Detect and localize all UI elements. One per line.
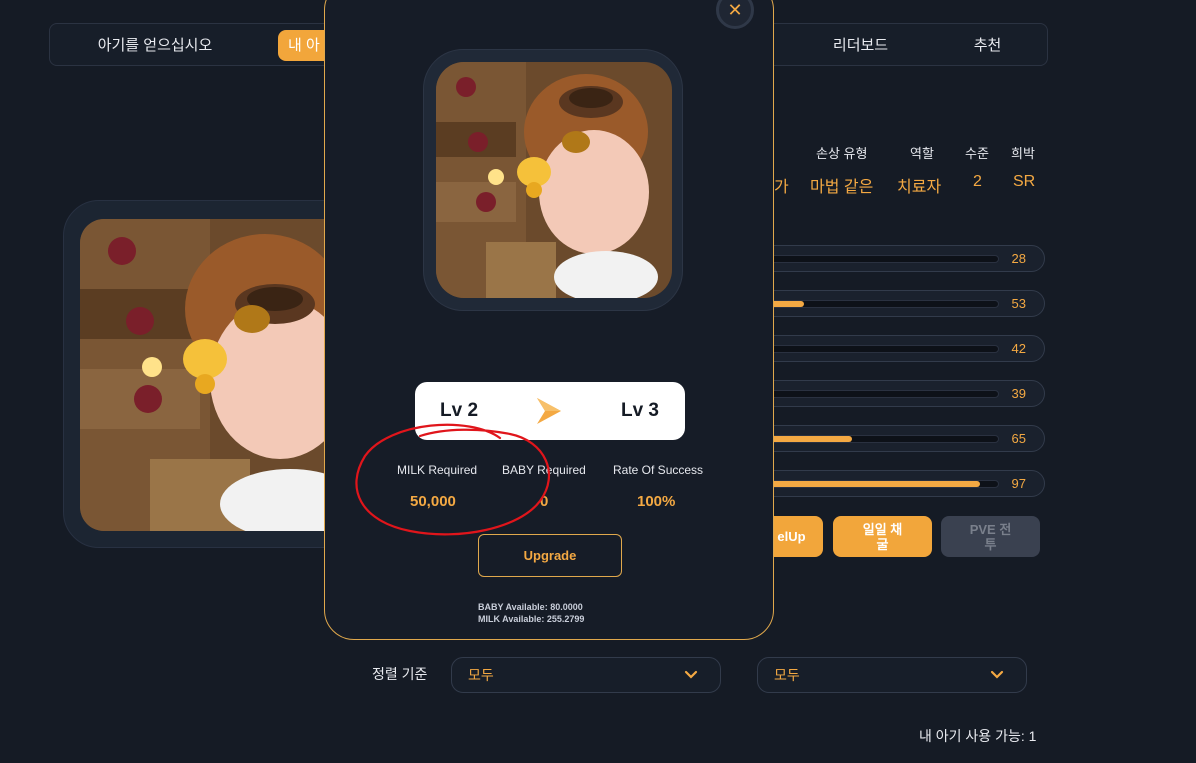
- chevron-down-icon: [684, 658, 698, 704]
- tab-leaderboard[interactable]: 리더보드: [818, 30, 903, 61]
- upgrade-modal: ✕ Lv 2 Lv 3 MILK Required BABY Required …: [324, 0, 774, 640]
- success-rate-value: 100%: [637, 493, 676, 510]
- role-header: 역할: [910, 146, 934, 161]
- baby-card: [63, 200, 363, 548]
- sort-select-2-value: 모두: [774, 667, 800, 683]
- tab-get-baby[interactable]: 아기를 얻으십시오: [70, 30, 240, 61]
- close-icon: ✕: [727, 0, 743, 20]
- annotation-circle: [355, 423, 550, 536]
- chevron-down-icon: [990, 658, 1004, 704]
- success-rate-label: Rate Of Success: [613, 463, 704, 477]
- stat-bar-5: 65: [760, 425, 1045, 452]
- stat-bar-1: 28: [760, 245, 1045, 272]
- stat-bar-6: 97: [760, 470, 1045, 497]
- tab-referral[interactable]: 추천: [960, 30, 1015, 61]
- daily-mining-button[interactable]: 일일 채 굴: [833, 516, 932, 557]
- upgrade-button[interactable]: Upgrade: [478, 534, 622, 577]
- stat-bar-value: 39: [1011, 386, 1026, 401]
- stat-bar-3: 42: [760, 335, 1045, 362]
- modal-baby-image: [436, 62, 672, 298]
- level-header: 수준: [965, 146, 989, 161]
- modal-baby-frame: [423, 49, 683, 311]
- stat-bar-fill: [770, 436, 853, 442]
- stat-bar-value: 97: [1011, 476, 1026, 491]
- stat-bar-2: 53: [760, 290, 1045, 317]
- sort-select-2[interactable]: 모두: [757, 657, 1027, 693]
- role-value: 치료자: [897, 179, 942, 196]
- damage-type-header: 손상 유형: [816, 146, 868, 161]
- babies-available-count: 내 아기 사용 가능: 1: [919, 728, 1037, 744]
- sort-select-1[interactable]: 모두: [451, 657, 721, 693]
- rarity-header: 희박: [1011, 146, 1035, 161]
- stat-bar-value: 65: [1011, 431, 1026, 446]
- stat-bar-fill: [770, 481, 980, 487]
- rarity-value: SR: [1013, 173, 1036, 190]
- baby-available: BABY Available: 80.0000: [478, 602, 583, 612]
- stat-bar-value: 53: [1011, 296, 1026, 311]
- pve-battle-button[interactable]: PVE 전 투: [941, 516, 1040, 557]
- sort-select-1-value: 모두: [468, 667, 494, 683]
- sort-label: 정렬 기준: [372, 666, 428, 682]
- next-level: Lv 3: [620, 400, 659, 421]
- stat-bar-value: 28: [1011, 251, 1026, 266]
- close-button[interactable]: ✕: [716, 0, 754, 29]
- partial-stat-value: 가: [774, 179, 789, 196]
- damage-type-value: 마법 같은: [810, 179, 874, 196]
- stat-bar-4: 39: [760, 380, 1045, 407]
- milk-available: MILK Available: 255.2799: [478, 614, 585, 624]
- level-value: 2: [973, 173, 982, 190]
- stat-bar-fill: [770, 301, 805, 307]
- baby-character-image: [80, 219, 362, 531]
- stat-bar-value: 42: [1011, 341, 1026, 356]
